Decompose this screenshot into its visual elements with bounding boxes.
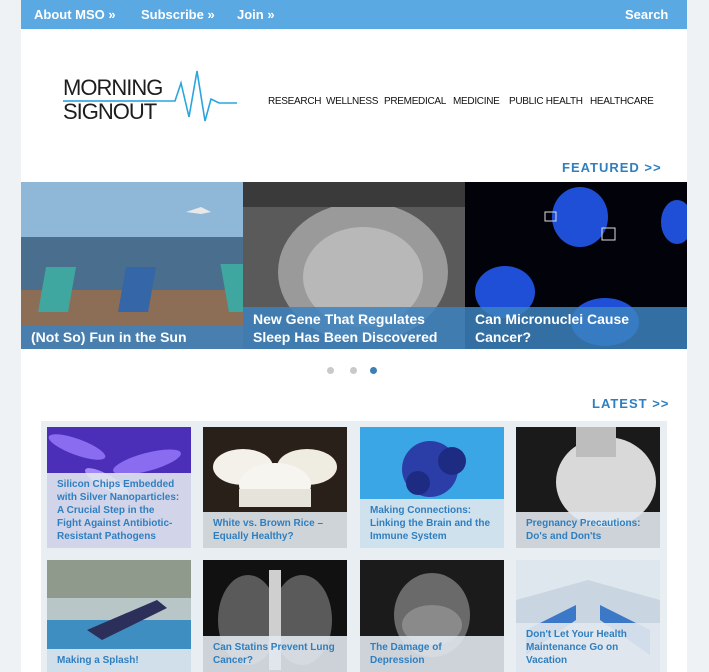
top-bar: About MSO » Subscribe » Join » Search: [21, 0, 687, 29]
nav-wellness[interactable]: WELLNESS: [326, 96, 378, 107]
featured-title: New Gene That Regulates Sleep Has Been D…: [243, 307, 465, 349]
nav-research[interactable]: RESEARCH: [268, 96, 321, 107]
search-link[interactable]: Search: [625, 7, 668, 22]
heartbeat-icon: [63, 70, 237, 122]
latest-card-title: Can Statins Prevent Lung Cancer?: [203, 636, 347, 672]
carousel-dot-active[interactable]: [370, 367, 377, 374]
site-logo[interactable]: MORNING SIGNOUT: [61, 69, 261, 129]
latest-card-title: Don't Let Your Health Maintenance Go on …: [516, 623, 660, 672]
page-content: MORNING SIGNOUT RESEARCH WELLNESS PREMED…: [21, 29, 687, 672]
nav-medicine[interactable]: MEDICINE: [453, 96, 500, 107]
featured-link[interactable]: FEATURED >>: [562, 160, 662, 175]
nav-healthcare[interactable]: HEALTHCARE: [590, 96, 654, 107]
latest-card[interactable]: Making Connections: Linking the Brain an…: [360, 427, 504, 548]
featured-title: (Not So) Fun in the Sun: [21, 325, 243, 349]
latest-card[interactable]: White vs. Brown Rice – Equally Healthy?: [203, 427, 347, 548]
nav-premedical[interactable]: PREMEDICAL: [384, 96, 446, 107]
latest-card-title: White vs. Brown Rice – Equally Healthy?: [203, 512, 347, 548]
latest-card[interactable]: The Damage of Depression: [360, 560, 504, 672]
latest-card-title: Making a Splash!: [47, 649, 191, 672]
latest-card[interactable]: Pregnancy Precautions: Do's and Don'ts: [516, 427, 660, 548]
join-link[interactable]: Join »: [237, 7, 275, 22]
carousel-dot[interactable]: [327, 367, 334, 374]
latest-card-title: The Damage of Depression: [360, 636, 504, 672]
latest-link[interactable]: LATEST >>: [592, 396, 669, 411]
nav-public-health[interactable]: PUBLIC HEALTH: [509, 96, 583, 107]
about-link[interactable]: About MSO »: [34, 7, 116, 22]
latest-card-title: Pregnancy Precautions: Do's and Don'ts: [516, 512, 660, 548]
latest-card[interactable]: Can Statins Prevent Lung Cancer?: [203, 560, 347, 672]
latest-card-title: Silicon Chips Embedded with Silver Nanop…: [47, 473, 191, 548]
featured-item[interactable]: (Not So) Fun in the Sun: [21, 182, 243, 349]
latest-card[interactable]: Silicon Chips Embedded with Silver Nanop…: [47, 427, 191, 548]
featured-item[interactable]: Can Micronuclei Cause Cancer?: [465, 182, 687, 349]
carousel-dot[interactable]: [350, 367, 357, 374]
latest-card[interactable]: Making a Splash!: [47, 560, 191, 672]
featured-item[interactable]: New Gene That Regulates Sleep Has Been D…: [243, 182, 465, 349]
subscribe-link[interactable]: Subscribe »: [141, 7, 215, 22]
latest-card-title: Making Connections: Linking the Brain an…: [360, 499, 504, 548]
latest-card[interactable]: Don't Let Your Health Maintenance Go on …: [516, 560, 660, 672]
beach-chairs-image: [21, 182, 243, 349]
featured-title: Can Micronuclei Cause Cancer?: [465, 307, 687, 349]
